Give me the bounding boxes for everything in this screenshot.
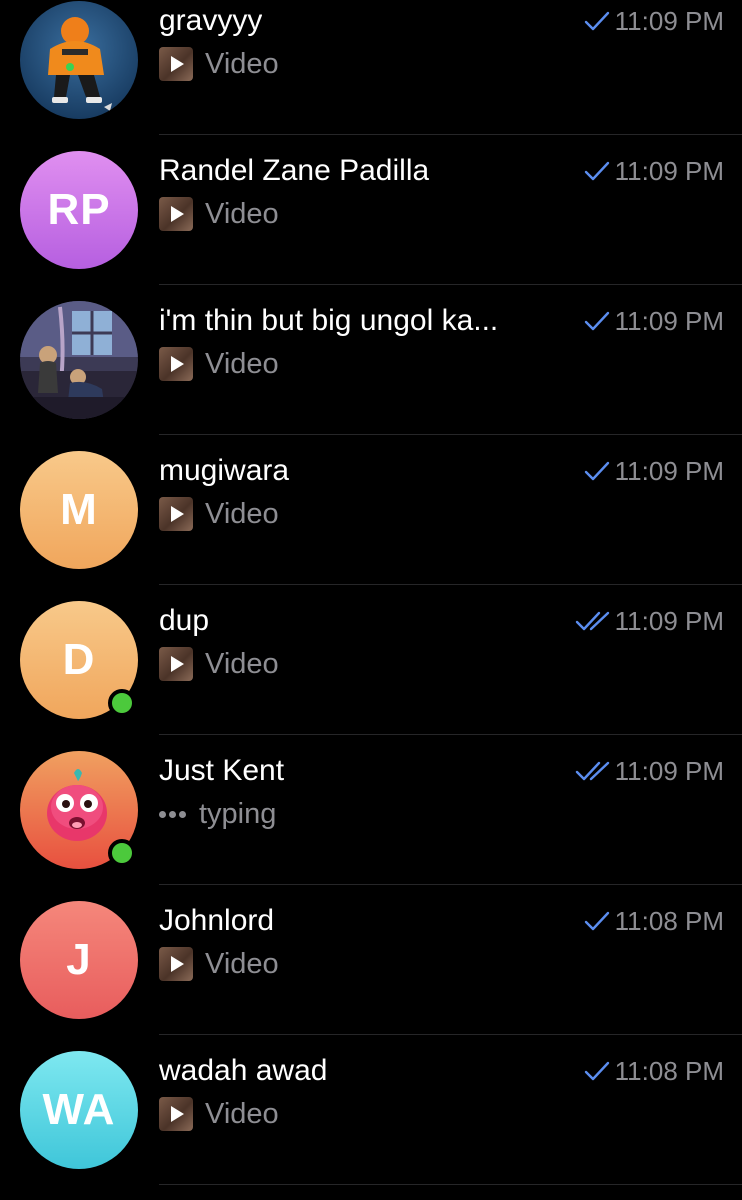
avatar-initials: M — [60, 485, 98, 534]
chat-name: mugiwara — [159, 454, 290, 487]
avatar[interactable]: M — [20, 451, 138, 569]
avatar[interactable] — [20, 301, 138, 419]
message-preview: Video — [159, 197, 279, 231]
video-thumbnail-icon — [159, 347, 193, 381]
video-thumbnail-icon — [159, 47, 193, 81]
avatar[interactable] — [20, 751, 138, 869]
message-time: 11:09 PM — [614, 305, 724, 336]
preview-text: Video — [205, 647, 279, 680]
typing-indicator-icon — [159, 810, 189, 818]
message-meta: 11:08 PM — [583, 1054, 724, 1088]
avatar-photo — [20, 1, 138, 119]
preview-text: Video — [205, 1097, 279, 1130]
avatar-initials: RP — [47, 185, 111, 234]
message-meta: 11:09 PM — [575, 754, 724, 788]
check-icon — [583, 910, 611, 932]
message-meta: 11:09 PM — [583, 454, 724, 488]
preview-text: Video — [205, 197, 279, 230]
chat-name: dup — [159, 604, 210, 637]
avatar[interactable]: D — [20, 601, 138, 719]
video-thumbnail-icon — [159, 647, 193, 681]
video-thumbnail-icon — [159, 947, 193, 981]
video-thumbnail-icon — [159, 497, 193, 531]
chat-list: gravyyy Video 11:09 PM RP Randel Zane Padill… — [0, 0, 742, 1185]
message-preview: typing — [159, 797, 276, 831]
avatar[interactable]: WA — [20, 1051, 138, 1169]
message-meta: 11:08 PM — [583, 904, 724, 938]
check-icon — [583, 1060, 611, 1082]
chat-name: Johnlord — [159, 904, 275, 937]
double-check-icon — [575, 610, 611, 632]
message-time: 11:08 PM — [614, 1055, 724, 1086]
chat-row[interactable]: Just Kent typing 11:09 PM — [0, 735, 742, 885]
chat-row[interactable]: WA wadah awad Video 11:08 PM — [0, 1035, 742, 1185]
chat-name: Randel Zane Padilla — [159, 154, 430, 187]
message-time: 11:08 PM — [614, 905, 724, 936]
double-check-icon — [575, 760, 611, 782]
chat-name: wadah awad — [159, 1054, 328, 1087]
avatar-initials: D — [62, 635, 96, 684]
check-icon — [583, 10, 611, 32]
preview-text: Video — [205, 947, 279, 980]
chat-row[interactable]: Ddup Video 11:09 PM — [0, 585, 742, 735]
chat-row[interactable]: RP Randel Zane Padilla Video 11:09 PM — [0, 135, 742, 285]
chat-name: i'm thin but big ungol ka... — [159, 304, 499, 337]
message-preview: Video — [159, 47, 279, 81]
preview-text: Video — [205, 347, 279, 380]
check-icon — [583, 310, 611, 332]
check-icon — [583, 160, 611, 182]
avatar-photo — [20, 301, 138, 419]
online-status-icon — [108, 839, 136, 867]
message-meta: 11:09 PM — [583, 4, 724, 38]
preview-text: typing — [199, 797, 277, 830]
check-icon — [583, 460, 611, 482]
avatar-initials: WA — [42, 1085, 116, 1134]
message-meta: 11:09 PM — [583, 154, 724, 188]
message-preview: Video — [159, 347, 279, 381]
message-time: 11:09 PM — [614, 155, 724, 186]
online-status-icon — [108, 689, 136, 717]
message-time: 11:09 PM — [614, 605, 724, 636]
message-time: 11:09 PM — [614, 455, 724, 486]
chat-row[interactable]: J Johnlord Video 11:08 PM — [0, 885, 742, 1035]
video-thumbnail-icon — [159, 1097, 193, 1131]
message-meta: 11:09 PM — [575, 604, 724, 638]
chat-row[interactable]: i'm thin but big ungol ka... Video 11:09 P… — [0, 285, 742, 435]
avatar[interactable] — [20, 1, 138, 119]
preview-text: Video — [205, 47, 279, 80]
chat-name: Just Kent — [159, 754, 285, 787]
message-preview: Video — [159, 647, 279, 681]
video-thumbnail-icon — [159, 197, 193, 231]
preview-text: Video — [205, 497, 279, 530]
chat-name: gravyyy — [159, 4, 263, 37]
chat-row[interactable]: Mmugiwara Video 11:09 PM — [0, 435, 742, 585]
message-preview: Video — [159, 1097, 279, 1131]
row-divider — [159, 1184, 742, 1185]
avatar[interactable]: RP — [20, 151, 138, 269]
message-preview: Video — [159, 947, 279, 981]
message-time: 11:09 PM — [614, 755, 724, 786]
message-preview: Video — [159, 497, 279, 531]
avatar-initials: J — [66, 935, 92, 984]
avatar[interactable]: J — [20, 901, 138, 1019]
message-meta: 11:09 PM — [583, 304, 724, 338]
chat-row[interactable]: gravyyy Video 11:09 PM — [0, 0, 742, 135]
message-time: 11:09 PM — [614, 5, 724, 36]
